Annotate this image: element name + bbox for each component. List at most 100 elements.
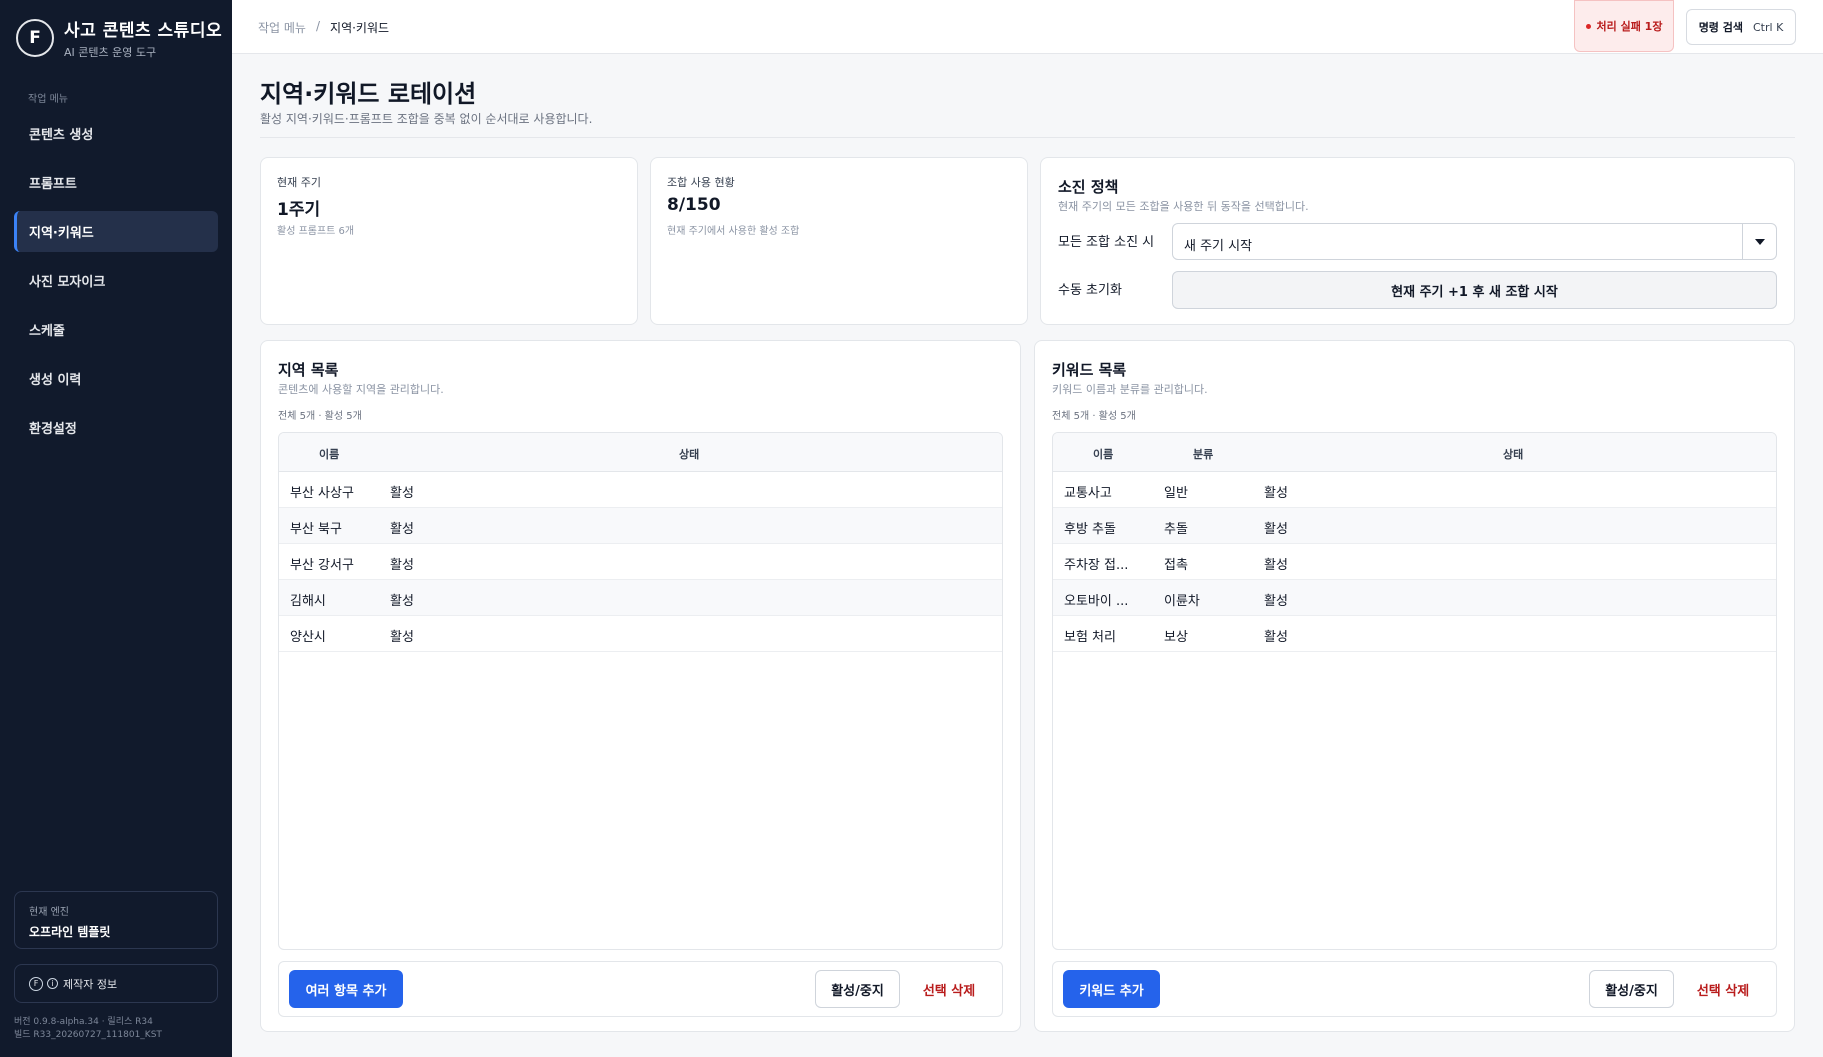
table-row[interactable]: 부산 강서구 활성	[279, 544, 1002, 580]
keyword-status: 활성	[1264, 522, 1288, 537]
table-row[interactable]: 김해시 활성	[279, 580, 1002, 616]
add-keyword-button[interactable]: 키워드 추가	[1063, 970, 1160, 1008]
add-multiple-regions-button[interactable]: 여러 항목 추가	[289, 970, 403, 1008]
keyword-category: 보상	[1164, 630, 1188, 645]
cycle-card: 현재 주기 1주기 활성 프롬프트 6개	[260, 157, 638, 325]
engine-label: 현재 엔진	[29, 907, 69, 918]
cycle-hint: 활성 프롬프트 6개	[277, 226, 355, 237]
version-line: 버전 0.9.8-alpha.34 · 릴리스 R34	[14, 1017, 153, 1027]
region-delete-button[interactable]: 선택 삭제	[909, 970, 989, 1008]
command-search-label: 명령 검색	[1698, 21, 1743, 34]
region-table: 이름 상태 부산 사상구 활성 부산 북구 활성 부산 강서구 활성 김해시 활…	[278, 432, 1003, 950]
keyword-name: 교통사고	[1064, 486, 1112, 501]
app-logo-icon: F	[16, 19, 54, 57]
exhaust-policy-value: 새 주기 시작	[1184, 239, 1253, 254]
region-count: 전체 5개 · 활성 5개	[278, 411, 362, 422]
sidebar-item-schedule[interactable]: 스케줄	[14, 309, 218, 350]
table-row[interactable]: 주차장 접... 접촉 활성	[1053, 544, 1776, 580]
keyword-category: 이륜차	[1164, 594, 1200, 609]
region-name: 부산 강서구	[290, 558, 354, 573]
region-name: 김해시	[290, 594, 326, 609]
breadcrumb: 작업 메뉴 / 지역·키워드	[258, 19, 389, 36]
engine-info: 현재 엔진 오프라인 템플릿	[14, 891, 218, 949]
fail-badge-label: 처리 실패 1장	[1596, 20, 1663, 33]
version-info: 버전 0.9.8-alpha.34 · 릴리스 R34 빌드 R33_20260…	[14, 1016, 162, 1042]
sidebar-nav: 콘텐츠 생성 프롬프트 지역·키워드 사진 모자이크 스케줄 생성 이력 환경설…	[14, 113, 218, 456]
error-dot-icon	[1585, 23, 1591, 29]
policy-title: 소진 정책	[1058, 178, 1119, 196]
column-name[interactable]: 이름	[319, 446, 339, 462]
cycle-label: 현재 주기	[277, 176, 321, 189]
page-subtitle: 활성 지역·키워드·프롬프트 조합을 중복 없이 순서대로 사용합니다.	[260, 112, 593, 126]
keyword-name: 오토바이 ...	[1064, 594, 1129, 609]
keyword-status: 활성	[1264, 630, 1288, 645]
keyword-name: 주차장 접...	[1064, 558, 1129, 573]
region-name: 부산 사상구	[290, 486, 354, 501]
info-icon: i	[47, 978, 58, 989]
breadcrumb-parent[interactable]: 작업 메뉴	[258, 19, 306, 36]
keyword-card: 키워드 목록 키워드 이름과 분류를 관리합니다. 전체 5개 · 활성 5개 …	[1034, 340, 1795, 1032]
region-status: 활성	[390, 486, 414, 501]
policy-card: 소진 정책 현재 주기의 모든 조합을 사용한 뒤 동작을 선택합니다. 모든 …	[1040, 157, 1795, 325]
command-shortcut: Ctrl K	[1753, 20, 1784, 34]
usage-card: 조합 사용 현황 8/150 현재 주기에서 사용한 활성 조합	[650, 157, 1028, 325]
app-title: 사고 콘텐츠 스튜디오	[64, 21, 223, 41]
column-name[interactable]: 이름	[1093, 446, 1113, 462]
breadcrumb-current: 지역·키워드	[330, 21, 390, 35]
keyword-status: 활성	[1264, 594, 1288, 609]
keyword-count: 전체 5개 · 활성 5개	[1052, 411, 1136, 422]
brand: F 사고 콘텐츠 스튜디오 AI 콘텐츠 운영 도구	[16, 16, 222, 60]
keyword-toggle-button[interactable]: 활성/중지	[1589, 970, 1674, 1008]
column-category[interactable]: 분류	[1193, 446, 1213, 462]
app-subtitle: AI 콘텐츠 운영 도구	[64, 46, 157, 59]
exhaust-label: 모든 조합 소진 시	[1058, 235, 1155, 250]
exhaust-policy-select[interactable]: 새 주기 시작	[1172, 223, 1777, 260]
keyword-category: 접촉	[1164, 558, 1188, 573]
topbar: 작업 메뉴 / 지역·키워드 처리 실패 1장 명령 검색 Ctrl K	[232, 0, 1823, 54]
region-table-body: 부산 사상구 활성 부산 북구 활성 부산 강서구 활성 김해시 활성 양산시 …	[279, 472, 1002, 652]
usage-label: 조합 사용 현황	[667, 176, 735, 189]
region-action-bar: 여러 항목 추가 활성/중지 선택 삭제	[278, 961, 1003, 1017]
reset-cycle-button[interactable]: 현재 주기 +1 후 새 조합 시작	[1172, 271, 1777, 309]
table-row[interactable]: 교통사고 일반 활성	[1053, 472, 1776, 508]
table-row[interactable]: 양산시 활성	[279, 616, 1002, 652]
region-toggle-button[interactable]: 활성/중지	[815, 970, 900, 1008]
table-row[interactable]: 부산 사상구 활성	[279, 472, 1002, 508]
sidebar-item-history[interactable]: 생성 이력	[14, 358, 218, 399]
region-status: 활성	[390, 630, 414, 645]
table-row[interactable]: 부산 북구 활성	[279, 508, 1002, 544]
sidebar-item-settings[interactable]: 환경설정	[14, 407, 218, 448]
column-status[interactable]: 상태	[1503, 446, 1523, 462]
table-row[interactable]: 후방 추돌 추돌 활성	[1053, 508, 1776, 544]
sidebar-item-photo-mosaic[interactable]: 사진 모자이크	[14, 260, 218, 301]
region-status: 활성	[390, 522, 414, 537]
region-name: 양산시	[290, 630, 326, 645]
keyword-category: 일반	[1164, 486, 1188, 501]
usage-value: 8/150	[667, 195, 721, 215]
chevron-down-icon	[1742, 224, 1776, 259]
fail-status-badge[interactable]: 처리 실패 1장	[1574, 0, 1674, 52]
keyword-action-bar: 키워드 추가 활성/중지 선택 삭제	[1052, 961, 1777, 1017]
table-row[interactable]: 오토바이 ... 이륜차 활성	[1053, 580, 1776, 616]
maker-info-label: 제작자 정보	[63, 977, 118, 991]
region-status: 활성	[390, 558, 414, 573]
keyword-name: 후방 추돌	[1064, 522, 1116, 537]
mini-logo-icon: F	[29, 976, 43, 991]
keyword-table-body: 교통사고 일반 활성 후방 추돌 추돌 활성 주차장 접... 접촉 활성 오토…	[1053, 472, 1776, 652]
engine-value: 오프라인 템플릿	[29, 925, 111, 939]
keyword-table: 이름 분류 상태 교통사고 일반 활성 후방 추돌 추돌 활성 주차장 접...…	[1052, 432, 1777, 950]
sidebar-item-region-keyword[interactable]: 지역·키워드	[14, 211, 218, 252]
divider	[260, 137, 1795, 138]
keyword-delete-button[interactable]: 선택 삭제	[1683, 970, 1763, 1008]
region-status: 활성	[390, 594, 414, 609]
column-status[interactable]: 상태	[679, 446, 699, 462]
maker-info-button[interactable]: F i 제작자 정보	[14, 964, 218, 1003]
nav-section-label: 작업 메뉴	[28, 94, 68, 105]
usage-hint: 현재 주기에서 사용한 활성 조합	[667, 226, 800, 237]
command-search-button[interactable]: 명령 검색 Ctrl K	[1686, 9, 1796, 45]
table-row[interactable]: 보험 처리 보상 활성	[1053, 616, 1776, 652]
sidebar-item-prompt[interactable]: 프롬프트	[14, 162, 218, 203]
keyword-title: 키워드 목록	[1052, 361, 1127, 379]
keyword-name: 보험 처리	[1064, 630, 1116, 645]
sidebar-item-content-create[interactable]: 콘텐츠 생성	[14, 113, 218, 154]
